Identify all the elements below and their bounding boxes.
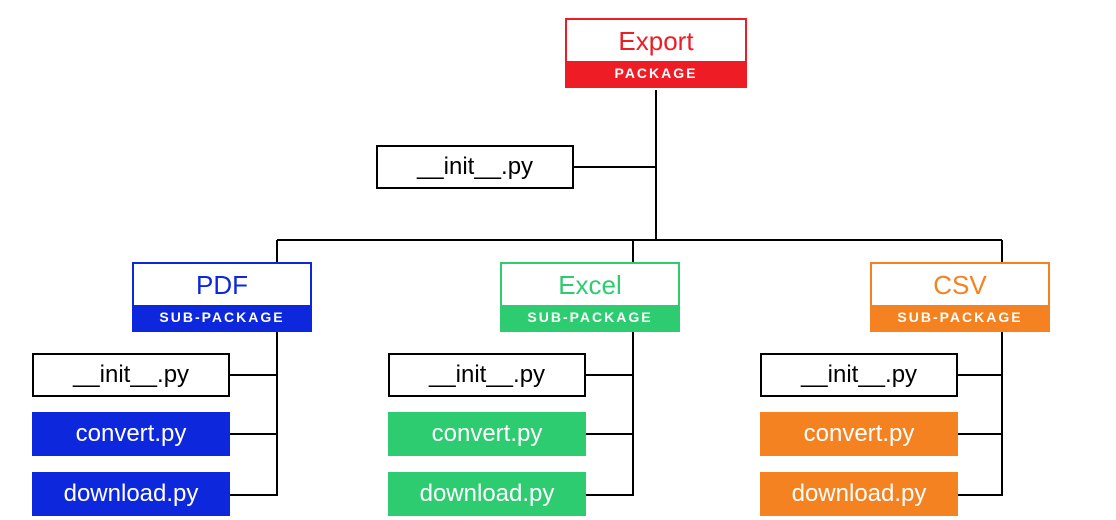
file-convert: convert.py bbox=[388, 412, 586, 456]
subpackage-tag: SUB-PACKAGE bbox=[502, 305, 678, 330]
file-download: download.py bbox=[32, 472, 230, 516]
file-download: download.py bbox=[760, 472, 958, 516]
subpackage-excel: Excel SUB-PACKAGE bbox=[500, 262, 680, 332]
subpackage-title: CSV bbox=[872, 264, 1048, 305]
file-init: __init__.py bbox=[760, 353, 958, 397]
subpackage-pdf: PDF SUB-PACKAGE bbox=[132, 262, 312, 332]
file-convert: convert.py bbox=[32, 412, 230, 456]
file-convert: convert.py bbox=[760, 412, 958, 456]
package-export: Export PACKAGE bbox=[565, 18, 747, 88]
file-init-root: __init__.py bbox=[376, 145, 574, 189]
file-init: __init__.py bbox=[32, 353, 230, 397]
file-init: __init__.py bbox=[388, 353, 586, 397]
subpackage-title: Excel bbox=[502, 264, 678, 305]
package-tag: PACKAGE bbox=[567, 61, 745, 86]
subpackage-title: PDF bbox=[134, 264, 310, 305]
subpackage-tag: SUB-PACKAGE bbox=[134, 305, 310, 330]
file-download: download.py bbox=[388, 472, 586, 516]
subpackage-tag: SUB-PACKAGE bbox=[872, 305, 1048, 330]
package-title: Export bbox=[567, 20, 745, 61]
subpackage-csv: CSV SUB-PACKAGE bbox=[870, 262, 1050, 332]
